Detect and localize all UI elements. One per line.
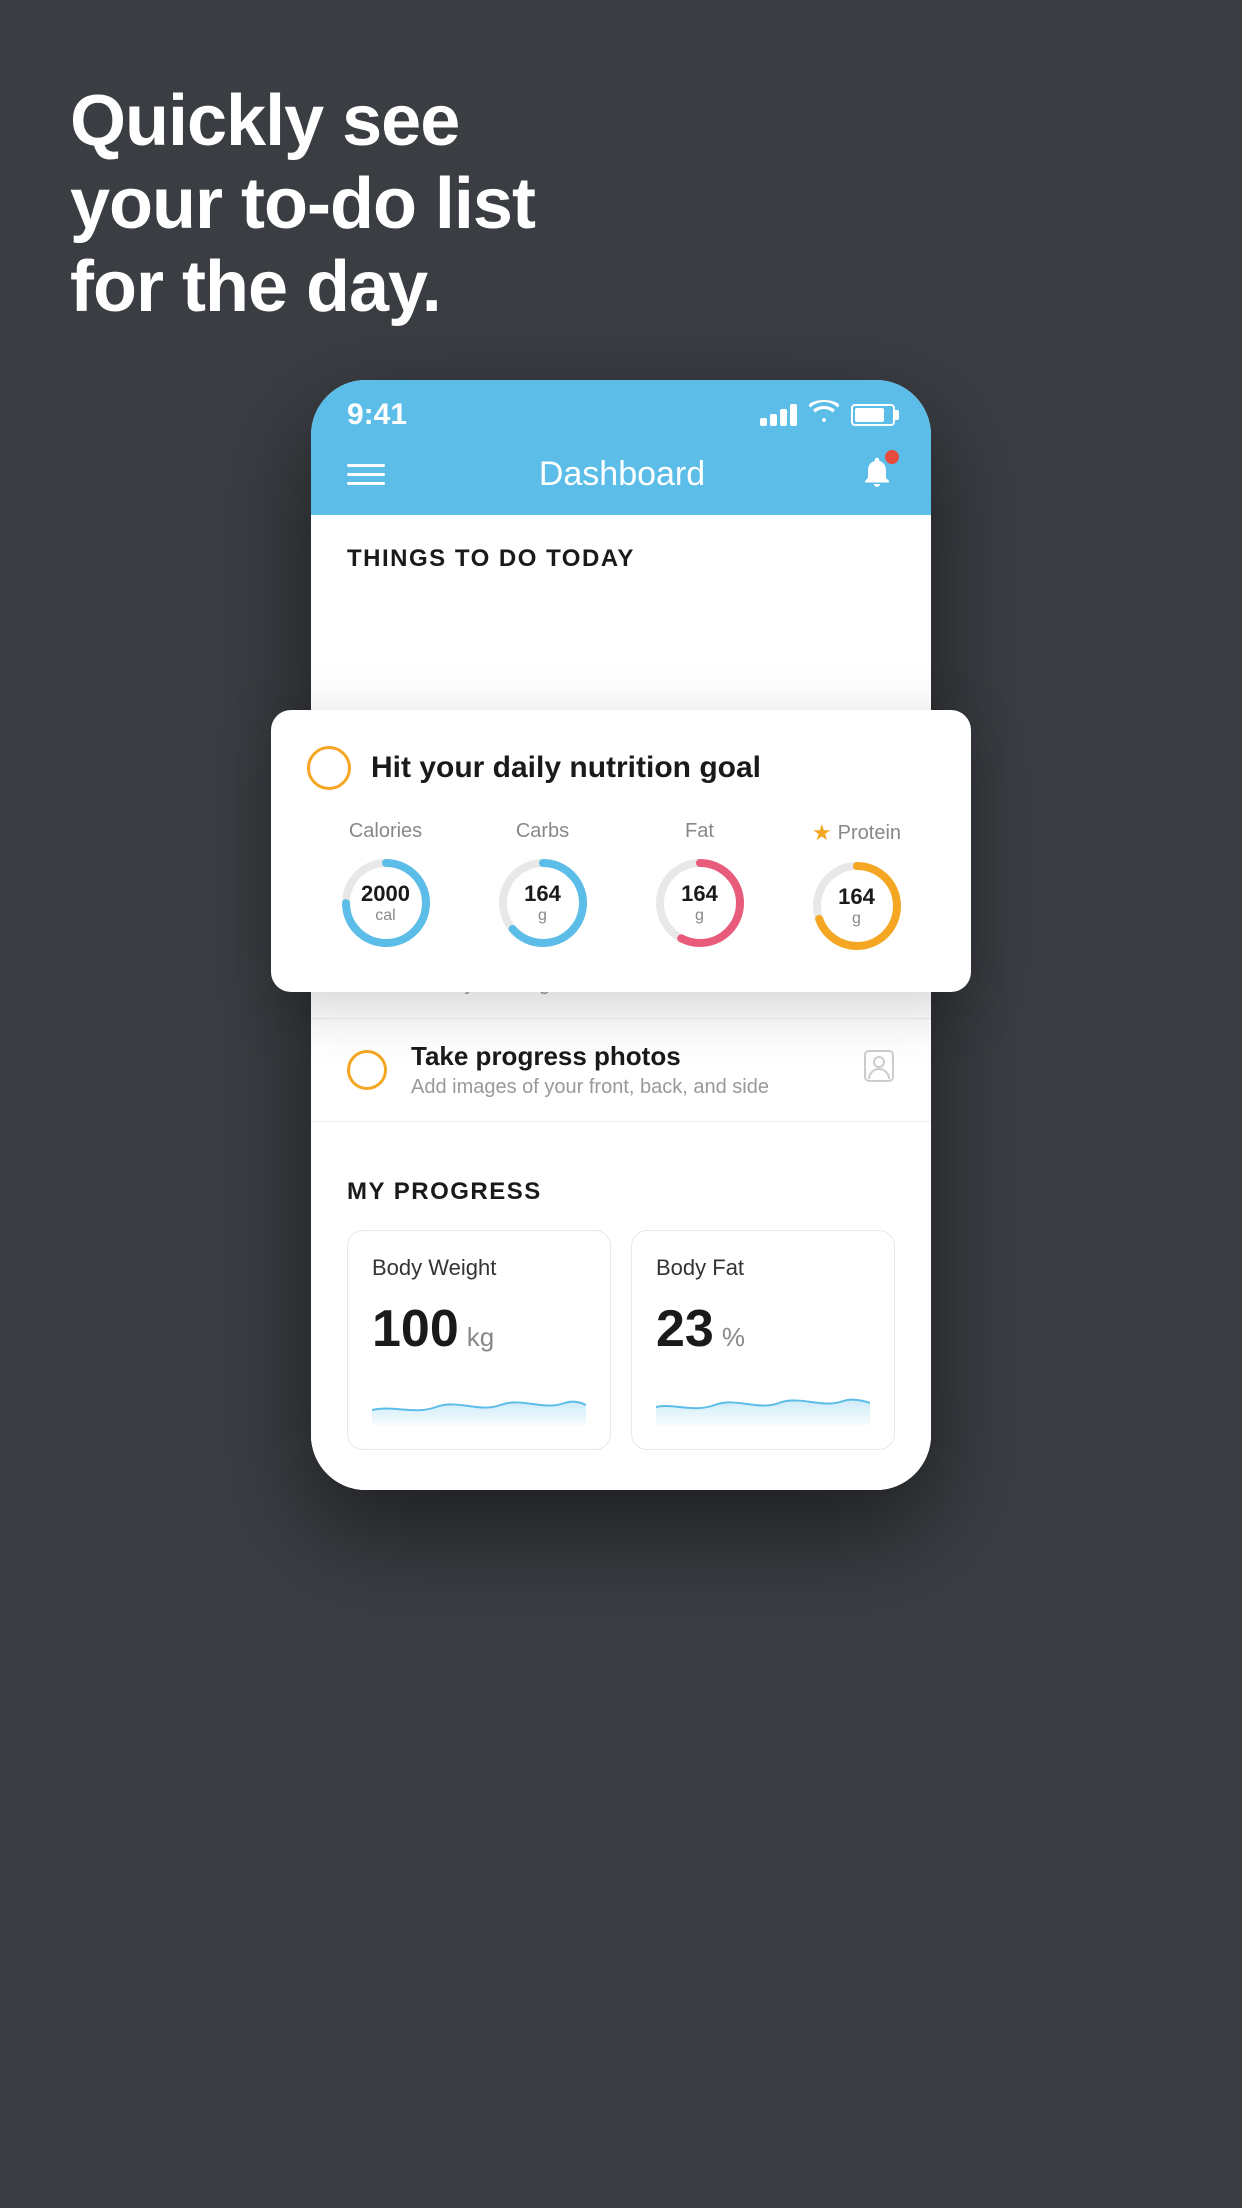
calories-ring: 2000 cal: [336, 853, 436, 953]
calories-value: 2000: [361, 881, 410, 907]
protein-label: Protein: [838, 822, 901, 845]
nutrition-item-carbs: Carbs 164 g: [493, 820, 593, 953]
bar4: [790, 404, 797, 426]
fat-ring-text: 164 g: [681, 881, 718, 925]
protein-value: 164: [838, 884, 875, 910]
calories-ring-text: 2000 cal: [361, 881, 410, 925]
protein-ring-text: 164 g: [838, 884, 875, 928]
card-title: Hit your daily nutrition goal: [371, 751, 761, 785]
nutrition-item-calories: Calories 2000 cal: [336, 820, 436, 953]
notification-dot: [885, 450, 899, 464]
todo-item-photos[interactable]: Take progress photos Add images of your …: [311, 1019, 931, 1122]
nutrition-item-fat: Fat 164 g: [650, 820, 750, 953]
body-fat-label: Body Fat: [656, 1255, 870, 1281]
hero-line2: your to-do list: [70, 163, 535, 246]
star-icon: ★: [812, 820, 832, 846]
app-content: THINGS TO DO TODAY Running Track your st…: [311, 515, 931, 1490]
battery-fill: [855, 408, 884, 422]
progress-section: MY PROGRESS Body Weight 100 kg: [311, 1142, 931, 1450]
todo-text-photos: Take progress photos Add images of your …: [411, 1041, 839, 1099]
todo-circle-photos: [347, 1050, 387, 1090]
body-weight-label: Body Weight: [372, 1255, 586, 1281]
body-weight-unit: kg: [467, 1322, 494, 1353]
hero-line3: for the day.: [70, 246, 535, 329]
nav-title: Dashboard: [539, 455, 705, 494]
fat-value: 164: [681, 881, 718, 907]
carbs-unit: g: [524, 907, 561, 925]
hamburger-menu-icon[interactable]: [347, 464, 385, 485]
body-fat-number: 23: [656, 1299, 714, 1359]
fat-unit: g: [681, 907, 718, 925]
progress-title: MY PROGRESS: [347, 1178, 895, 1206]
signal-bars-icon: [760, 404, 797, 426]
battery-icon: [851, 404, 895, 426]
body-fat-value: 23 %: [656, 1299, 870, 1359]
carbs-ring: 164 g: [493, 853, 593, 953]
status-bar: 9:41: [311, 380, 931, 440]
body-weight-number: 100: [372, 1299, 459, 1359]
carbs-value: 164: [524, 881, 561, 907]
bar3: [780, 409, 787, 426]
carbs-label: Carbs: [516, 820, 569, 843]
body-fat-chart: [656, 1375, 870, 1425]
body-fat-unit: %: [722, 1322, 745, 1353]
nutrition-grid: Calories 2000 cal Carbs: [307, 820, 935, 956]
hero-text: Quickly see your to-do list for the day.: [70, 80, 535, 328]
phone-bottom: [311, 1450, 931, 1490]
body-weight-value: 100 kg: [372, 1299, 586, 1359]
protein-unit: g: [838, 910, 875, 928]
things-to-do-title: THINGS TO DO TODAY: [311, 545, 931, 593]
todo-title-photos: Take progress photos: [411, 1041, 839, 1072]
todo-sub-photos: Add images of your front, back, and side: [411, 1076, 839, 1099]
calories-label: Calories: [349, 820, 422, 843]
progress-cards: Body Weight 100 kg: [347, 1230, 895, 1450]
card-header: Hit your daily nutrition goal: [307, 746, 935, 790]
body-weight-chart: [372, 1375, 586, 1425]
hero-line1: Quickly see: [70, 80, 535, 163]
protein-ring: 164 g: [807, 856, 907, 956]
status-time: 9:41: [347, 398, 407, 432]
bar2: [770, 414, 777, 426]
nav-bar: Dashboard: [311, 440, 931, 515]
protein-label-row: ★ Protein: [812, 820, 901, 846]
calories-unit: cal: [361, 907, 410, 925]
body-weight-card[interactable]: Body Weight 100 kg: [347, 1230, 611, 1450]
fat-label: Fat: [685, 820, 714, 843]
carbs-ring-text: 164 g: [524, 881, 561, 925]
person-icon: [863, 1049, 895, 1091]
status-icons: [760, 400, 895, 431]
nutrition-card: Hit your daily nutrition goal Calories 2…: [271, 710, 971, 992]
todo-circle-nutrition: [307, 746, 351, 790]
wifi-icon: [809, 400, 839, 431]
fat-ring: 164 g: [650, 853, 750, 953]
notification-bell-icon[interactable]: [859, 454, 895, 495]
bar1: [760, 418, 767, 426]
body-fat-card[interactable]: Body Fat 23 %: [631, 1230, 895, 1450]
nutrition-item-protein: ★ Protein 164 g: [807, 820, 907, 956]
